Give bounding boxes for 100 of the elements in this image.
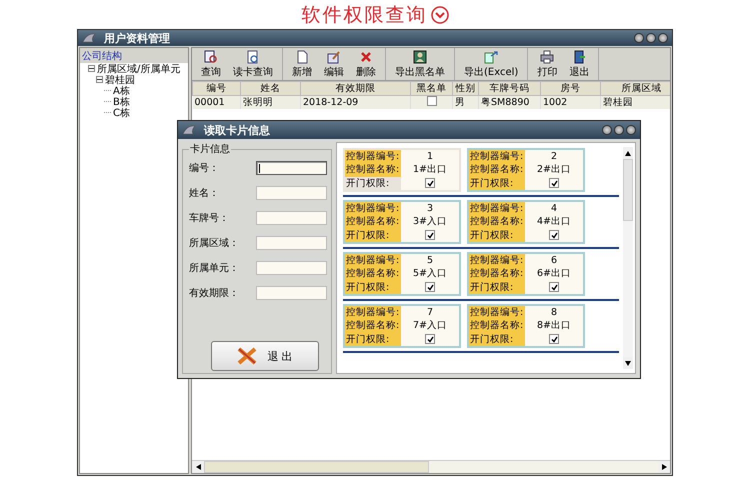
- toolbar-button[interactable]: 删除: [351, 48, 381, 80]
- field-label: 姓名：: [189, 187, 219, 200]
- column-header[interactable]: 所属区域: [600, 82, 670, 96]
- sidebar-title: 公司结构: [80, 48, 188, 63]
- field-label: 控制器名称:: [345, 267, 401, 281]
- toolbar-button[interactable]: 新增: [287, 48, 317, 80]
- table-cell: 粤SM8890: [478, 96, 540, 109]
- field-label: 控制器名称:: [469, 215, 525, 229]
- field-label: 控制器编号:: [469, 254, 525, 268]
- down-arrow-icon[interactable]: [625, 360, 631, 366]
- field-label: 控制器编号:: [345, 150, 401, 164]
- tree-item[interactable]: B栋: [113, 94, 130, 108]
- controller-card[interactable]: 控制器编号: 3 控制器名称: 3#入口 开门权限:: [343, 200, 461, 244]
- minimize-button[interactable]: [634, 33, 644, 43]
- right-arrow-icon[interactable]: [662, 464, 666, 470]
- controller-number: 3: [426, 202, 434, 216]
- edit-icon: [327, 50, 341, 64]
- app-icon: [82, 32, 96, 44]
- input-field[interactable]: [256, 186, 327, 200]
- collapse-icon[interactable]: [88, 65, 95, 72]
- checkbox[interactable]: [549, 334, 559, 344]
- field-label: 编号：: [189, 162, 219, 175]
- window-title: 用户资料管理: [104, 30, 171, 46]
- checkbox[interactable]: [425, 178, 435, 188]
- tree-item[interactable]: 所属区域/所属单元: [97, 62, 180, 76]
- chevron-down-circle-icon: [430, 6, 448, 24]
- checkbox[interactable]: [425, 282, 435, 292]
- controller-card[interactable]: 控制器编号: 5 控制器名称: 5#入口 开门权限:: [343, 252, 461, 296]
- checkbox[interactable]: [425, 334, 435, 344]
- controller-name: 2#出口: [536, 163, 572, 177]
- left-arrow-icon[interactable]: [196, 464, 200, 470]
- horizontal-scrollbar[interactable]: [192, 460, 670, 473]
- field-label: 开门权限:: [469, 332, 525, 346]
- controller-name: 8#出口: [536, 319, 572, 333]
- controller-number: 5: [426, 254, 434, 268]
- toolbar-button[interactable]: 导出(Excel): [459, 48, 524, 80]
- field-label: 控制器编号:: [469, 306, 525, 320]
- toolbar-button[interactable]: 打印: [532, 48, 562, 80]
- column-header[interactable]: 黑名单: [410, 82, 452, 96]
- column-header[interactable]: 姓名: [240, 82, 300, 96]
- toolbar-button[interactable]: 退出: [564, 48, 594, 80]
- column-header[interactable]: 车牌号码: [478, 82, 540, 96]
- field-label: 控制器名称:: [345, 319, 401, 333]
- close-button[interactable]: [658, 33, 668, 43]
- checkbox[interactable]: [549, 230, 559, 240]
- input-field[interactable]: [256, 261, 327, 275]
- controller-card[interactable]: 控制器编号: 1 控制器名称: 1#出口 开门权限:: [343, 148, 461, 192]
- toolbar-button[interactable]: 读卡查询: [228, 48, 278, 80]
- controller-card[interactable]: 控制器编号: 4 控制器名称: 4#出口 开门权限:: [467, 200, 585, 244]
- tree-item[interactable]: A栋: [113, 84, 130, 98]
- column-header[interactable]: 性别: [452, 82, 478, 96]
- input-field[interactable]: [256, 161, 327, 175]
- exit-button[interactable]: 退 出: [211, 341, 319, 371]
- controller-name: 6#出口: [536, 267, 572, 281]
- up-arrow-icon[interactable]: [625, 150, 631, 156]
- controller-number: 8: [550, 306, 558, 320]
- checkbox[interactable]: [426, 96, 436, 106]
- minimize-button[interactable]: [602, 125, 612, 135]
- maximize-button[interactable]: [614, 125, 624, 135]
- tree-item[interactable]: 碧桂园: [105, 72, 135, 86]
- controller-card[interactable]: 控制器编号: 2 控制器名称: 2#出口 开门权限:: [467, 148, 585, 192]
- field-label: 控制器名称:: [345, 215, 401, 229]
- toolbar-button[interactable]: 编辑: [319, 48, 349, 80]
- controller-number: 7: [426, 306, 434, 320]
- close-button[interactable]: [626, 125, 636, 135]
- input-field[interactable]: [256, 236, 327, 250]
- vertical-scrollbar[interactable]: [623, 147, 633, 369]
- controller-name: 1#出口: [412, 163, 448, 177]
- controller-card[interactable]: 控制器编号: 6 控制器名称: 6#出口 开门权限:: [467, 252, 585, 296]
- column-header[interactable]: 房号: [540, 82, 600, 96]
- field-label: 控制器名称:: [469, 267, 525, 281]
- controller-card[interactable]: 控制器编号: 7 控制器名称: 7#入口 开门权限:: [343, 304, 461, 348]
- input-field[interactable]: [256, 211, 327, 225]
- delete-icon: [359, 50, 373, 64]
- page-heading: 软件权限查询: [302, 2, 428, 28]
- tree-item[interactable]: C栋: [113, 106, 130, 120]
- field-label: 开门权限:: [345, 280, 401, 294]
- table-cell: 00001: [192, 96, 240, 109]
- toolbar-button[interactable]: 查询: [196, 48, 226, 80]
- checkbox[interactable]: [549, 178, 559, 188]
- maximize-button[interactable]: [646, 33, 656, 43]
- input-field[interactable]: [256, 286, 327, 300]
- controller-name: 4#出口: [536, 215, 572, 229]
- new-document-icon: [295, 50, 309, 64]
- controller-number: 2: [550, 150, 558, 164]
- table-cell: 1002: [540, 96, 600, 109]
- column-header[interactable]: 有效期限: [300, 82, 410, 96]
- table-cell: 张明明: [240, 96, 300, 109]
- controller-name: 3#入口: [412, 215, 448, 229]
- checkbox[interactable]: [549, 282, 559, 292]
- field-label: 车牌号：: [189, 212, 229, 225]
- field-label: 控制器名称:: [469, 319, 525, 333]
- checkbox[interactable]: [425, 230, 435, 240]
- column-header[interactable]: 编号: [192, 82, 240, 96]
- group-title: 卡片信息: [189, 142, 231, 156]
- toolbar-button[interactable]: 导出黑名单: [390, 48, 450, 80]
- document-search-icon: [246, 50, 260, 64]
- field-label: 控制器编号:: [469, 150, 525, 164]
- collapse-icon[interactable]: [96, 76, 103, 83]
- controller-card[interactable]: 控制器编号: 8 控制器名称: 8#出口 开门权限:: [467, 304, 585, 348]
